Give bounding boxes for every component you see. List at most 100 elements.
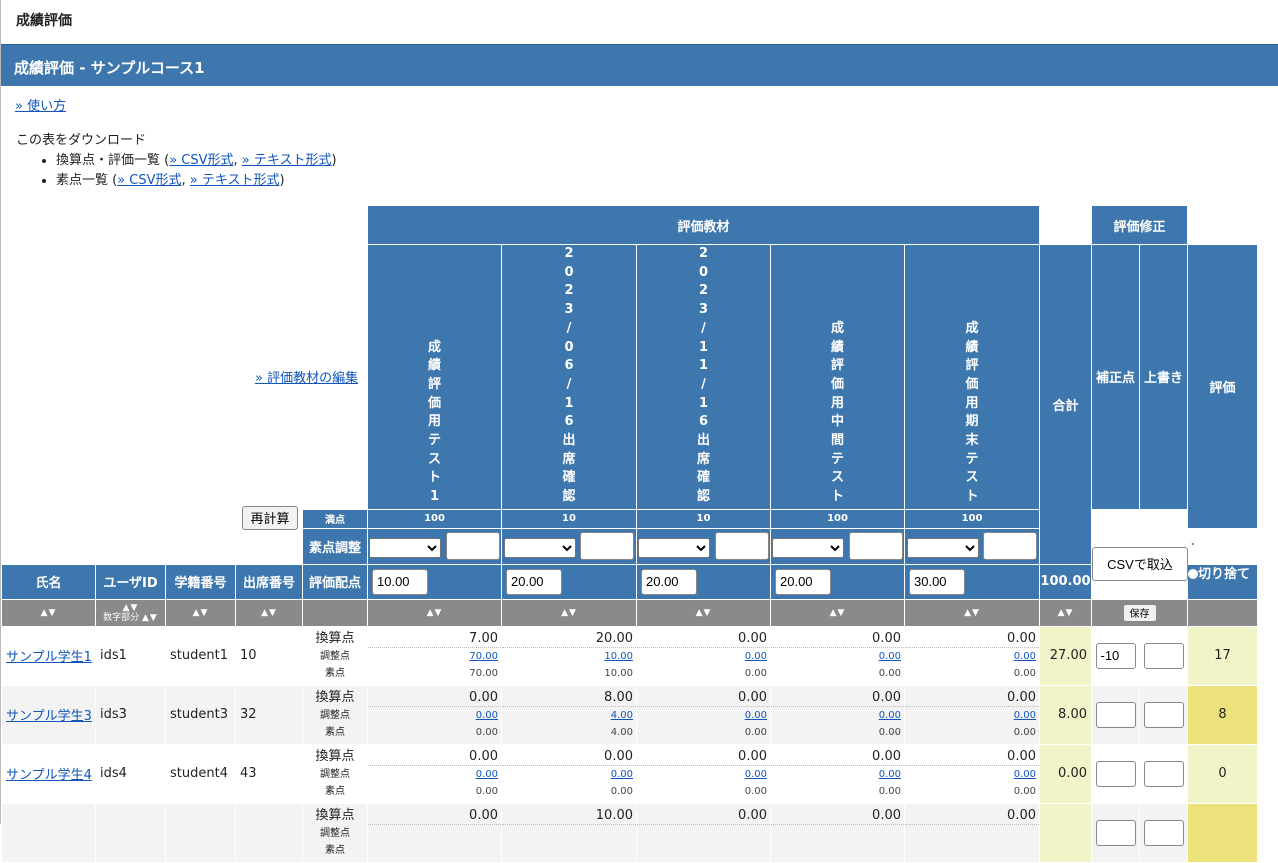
correction-group-header: 評価修正 bbox=[1091, 205, 1188, 245]
col-name-header[interactable]: 氏名 bbox=[1, 563, 96, 600]
raw-adjust-input-1[interactable] bbox=[445, 532, 500, 561]
radio-round-indicator[interactable] bbox=[1188, 539, 1198, 550]
correction-cell bbox=[1091, 802, 1140, 863]
raw-score: 0.00 bbox=[744, 785, 767, 797]
adjusted-score-link[interactable]: 0.00 bbox=[476, 769, 498, 780]
weight-input-1[interactable] bbox=[372, 568, 428, 595]
adjusted-score-link[interactable]: 0.00 bbox=[1014, 651, 1036, 662]
raw-score: 0.00 bbox=[1013, 726, 1036, 738]
raw-adjust-input-2[interactable] bbox=[580, 532, 635, 561]
grade-spacer bbox=[1257, 508, 1259, 565]
adjusted-score-link[interactable]: 0.00 bbox=[745, 651, 767, 662]
adjusted-score-link[interactable]: 0.00 bbox=[879, 651, 901, 662]
radio-truncate-indicator[interactable] bbox=[1188, 569, 1198, 580]
sort-total[interactable]: ▲▼ bbox=[1039, 598, 1092, 627]
overwrite-cell bbox=[1139, 625, 1188, 686]
sort-material-1[interactable]: ▲▼ bbox=[367, 598, 502, 627]
weight-input-2[interactable] bbox=[506, 568, 562, 595]
raw-score: 0.00 bbox=[744, 726, 767, 738]
download-converted-item: 換算点・評価一覧 (» CSV形式, » テキスト形式) bbox=[56, 151, 1278, 171]
howto-link[interactable]: » 使い方 bbox=[15, 99, 66, 114]
sort-studentno[interactable]: ▲▼ bbox=[165, 598, 236, 627]
student-name: サンプル学生1 bbox=[1, 625, 96, 686]
adjusted-score-link[interactable]: 0.00 bbox=[1014, 710, 1036, 721]
converted-csv-link[interactable]: » CSV形式 bbox=[169, 153, 233, 168]
correction-input[interactable] bbox=[1095, 642, 1136, 669]
converted-score: 0.00 bbox=[905, 807, 1039, 825]
student-studentno: student3 bbox=[165, 684, 236, 745]
adjusted-score-link[interactable]: 0.00 bbox=[476, 710, 498, 721]
weight-cell-5 bbox=[904, 563, 1040, 600]
weight-input-3[interactable] bbox=[641, 568, 697, 595]
sort-material-5[interactable]: ▲▼ bbox=[904, 598, 1040, 627]
student-total: 0.00 bbox=[1039, 743, 1092, 804]
adjusted-score-link[interactable]: 0.00 bbox=[1014, 769, 1036, 780]
raw-adjust-select-3[interactable] bbox=[638, 537, 711, 558]
weight-cell-4 bbox=[770, 563, 905, 600]
student-name-link[interactable]: サンプル学生3 bbox=[6, 709, 92, 724]
overwrite-input[interactable] bbox=[1143, 760, 1184, 787]
weight-input-5[interactable] bbox=[909, 568, 965, 595]
student-studentno: student1 bbox=[165, 625, 236, 686]
adjusted-score-link[interactable]: 70.00 bbox=[469, 651, 498, 662]
raw-adjust-select-1[interactable] bbox=[369, 537, 442, 558]
radio-truncate[interactable]: 切り捨て bbox=[1188, 561, 1257, 591]
radio-round[interactable]: 四捨五入 bbox=[1188, 531, 1257, 561]
converted-text-link[interactable]: » テキスト形式 bbox=[242, 153, 332, 168]
score-cell: 0.00 0.00 0.00 bbox=[636, 625, 771, 686]
full-marks-3: 10 bbox=[636, 508, 771, 529]
edit-materials-link[interactable]: » 評価教材の編集 bbox=[255, 367, 358, 386]
overwrite-input[interactable] bbox=[1143, 701, 1184, 728]
col-studentno-header[interactable]: 学籍番号 bbox=[165, 563, 236, 600]
adjusted-score-link[interactable]: 0.00 bbox=[745, 710, 767, 721]
raw-adjust-cell-4 bbox=[770, 527, 905, 565]
overwrite-cell bbox=[1139, 802, 1188, 863]
raw-adjust-input-4[interactable] bbox=[848, 532, 903, 561]
student-studentno bbox=[165, 802, 236, 863]
sort-name[interactable]: ▲▼ bbox=[1, 598, 96, 627]
correction-input[interactable] bbox=[1095, 760, 1136, 787]
adjusted-score-link[interactable]: 4.00 bbox=[611, 710, 633, 721]
save-button[interactable]: 保存 bbox=[1122, 603, 1157, 622]
correction-input[interactable] bbox=[1095, 701, 1136, 728]
adjusted-score-link[interactable]: 10.00 bbox=[604, 651, 633, 662]
sort-attendno[interactable]: ▲▼ bbox=[235, 598, 303, 627]
sort-material-2[interactable]: ▲▼ bbox=[501, 598, 637, 627]
grade-table: 評価教材 評価修正成績評価用テスト 1 2 0 2 3/0 6/1 6 出席確認 2 0 2 3/1 1/1… bbox=[1, 205, 1259, 863]
raw-score: 0.00 bbox=[475, 785, 498, 797]
student-name-link[interactable]: サンプル学生4 bbox=[6, 768, 92, 783]
student-row: サンプル学生1 ids1 student1 10 換算点 調整点 素点 7.00 70.00 70… bbox=[1, 625, 1259, 686]
adjusted-score-link[interactable]: 0.00 bbox=[611, 769, 633, 780]
adjusted-score-link[interactable]: 0.00 bbox=[879, 710, 901, 721]
sort-material-3[interactable]: ▲▼ bbox=[636, 598, 771, 627]
csv-import-button[interactable]: CSVで取込 bbox=[1092, 546, 1188, 581]
adjusted-score-link[interactable]: 0.00 bbox=[879, 769, 901, 780]
raw-adjust-cell-2 bbox=[501, 527, 637, 565]
score-cell: 0.00 0.00 0.00 bbox=[904, 684, 1040, 745]
sort-userid[interactable]: ▲▼ 数字部分 ▲▼ bbox=[95, 598, 166, 627]
raw-adjust-select-5[interactable] bbox=[906, 537, 979, 558]
weight-label: 評価配点 bbox=[302, 563, 368, 600]
raw-text-link[interactable]: » テキスト形式 bbox=[190, 173, 280, 188]
col-attendno-header[interactable]: 出席番号 bbox=[235, 563, 303, 600]
raw-csv-link[interactable]: » CSV形式 bbox=[117, 173, 181, 188]
score-cell: 0.00 bbox=[904, 802, 1040, 863]
raw-adjust-input-3[interactable] bbox=[714, 532, 769, 561]
student-row: サンプル学生4 ids4 student4 43 換算点 調整点 素点 0.00 0.00 0.0… bbox=[1, 743, 1259, 804]
converted-score: 0.00 bbox=[905, 748, 1039, 766]
raw-adjust-input-5[interactable] bbox=[983, 532, 1038, 561]
raw-score bbox=[502, 842, 636, 859]
weight-input-4[interactable] bbox=[775, 568, 831, 595]
raw-adjust-select-4[interactable] bbox=[772, 537, 845, 558]
materials-group-header: 評価教材 bbox=[367, 205, 1040, 245]
recalc-button[interactable]: 再計算 bbox=[242, 505, 298, 530]
student-name-link[interactable]: サンプル学生1 bbox=[6, 650, 92, 665]
full-marks-1: 100 bbox=[367, 508, 502, 529]
overwrite-input[interactable] bbox=[1143, 642, 1184, 669]
student-attendno: 43 bbox=[235, 743, 303, 804]
download-title: この表をダウンロード bbox=[16, 133, 147, 148]
sort-material-4[interactable]: ▲▼ bbox=[770, 598, 905, 627]
raw-adjust-select-2[interactable] bbox=[503, 537, 576, 558]
adjusted-score-link[interactable]: 0.00 bbox=[745, 769, 767, 780]
col-userid-header[interactable]: ユーザID bbox=[95, 563, 166, 600]
